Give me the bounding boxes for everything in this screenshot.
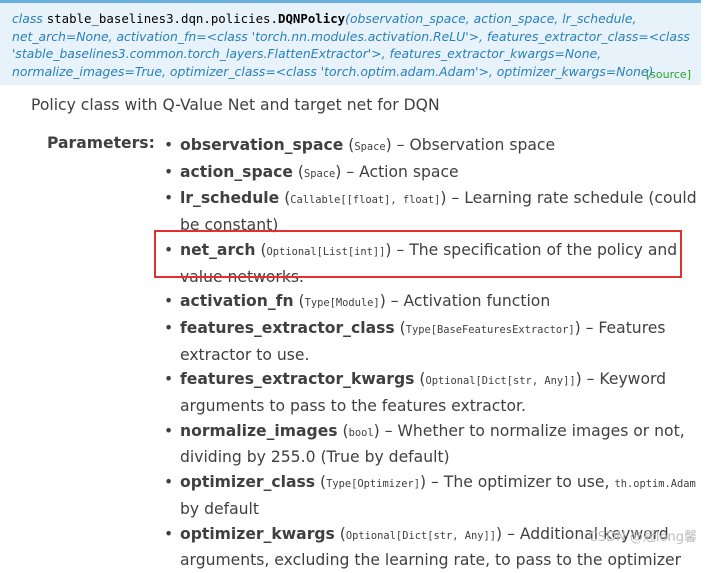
param-desc: – The optimizer to use,	[426, 473, 615, 492]
param-name: optimizer_class	[180, 473, 316, 492]
param-item: • features_extractor_kwargs (Optional[Dic…	[162, 367, 707, 418]
bullet-icon: •	[164, 318, 174, 337]
bullet-icon: •	[164, 421, 174, 440]
param-name: action_space	[180, 162, 293, 181]
source-link[interactable]: [source]	[646, 66, 691, 84]
param-item: • normalize_images (bool) – Whether to no…	[162, 419, 707, 470]
param-name: features_extractor_kwargs	[180, 370, 415, 389]
param-type: Callable[[float], float]	[290, 194, 441, 207]
parameter-list: • observation_space (Space) – Observation…	[162, 133, 707, 573]
class-description: Policy class with Q-Value Net and target…	[31, 96, 440, 114]
inline-code: th.optim.Adam	[614, 478, 696, 491]
class-signature: class stable_baselines3.dqn.policies.DQN…	[0, 0, 701, 85]
param-name: activation_fn	[180, 292, 294, 311]
signature-args-3: 'stable_baselines3.common.torch_layers.F…	[12, 46, 602, 62]
param-item: • observation_space (Space) – Observation…	[162, 133, 707, 160]
class-name: DQNPolicy	[277, 11, 346, 26]
module-path: stable_baselines3.dqn.policies.	[46, 11, 278, 26]
param-desc-tail: by default	[180, 499, 259, 518]
param-item: • activation_fn (Type[Module]) – Activati…	[162, 289, 707, 316]
param-item: • optimizer_class (Type[Optimizer]) – The…	[162, 470, 707, 521]
param-type: Space	[354, 141, 386, 153]
bullet-icon: •	[164, 136, 174, 154]
bullet-icon: •	[164, 162, 174, 181]
highlight-box	[154, 230, 682, 278]
bullet-icon: •	[164, 473, 174, 492]
class-keyword: class	[12, 11, 43, 26]
param-type: Type[BaseFeaturesExtractor]	[405, 323, 575, 336]
param-item: • action_space (Space) – Action space	[162, 160, 707, 187]
bullet-icon: •	[164, 524, 174, 543]
param-desc: – Observation space	[391, 136, 556, 154]
param-desc: – Activation function	[385, 292, 551, 311]
param-type: Type[Optimizer]	[326, 478, 420, 491]
param-type: Space	[304, 167, 336, 180]
param-desc: – Action space	[341, 162, 459, 181]
bullet-icon: •	[164, 292, 174, 311]
bullet-icon: •	[164, 189, 174, 208]
watermark: CSDN @冠long馨	[588, 530, 697, 545]
signature-args-4: normalize_images=True, optimizer_class=<…	[12, 63, 654, 79]
param-type: Type[Module]	[304, 297, 380, 310]
param-item: • features_extractor_class (Type[BaseFeat…	[162, 316, 707, 367]
param-type: Optional[Dict[str, Any]]	[345, 529, 497, 542]
param-type: bool	[348, 426, 374, 439]
signature-args-1: (observation_space, action_space, lr_sch…	[345, 11, 637, 26]
param-name: lr_schedule	[180, 189, 280, 208]
param-name: observation_space	[180, 136, 344, 154]
param-name: optimizer_kwargs	[180, 524, 335, 543]
param-type: Optional[Dict[str, Any]]	[425, 375, 576, 388]
parameters-label: Parameters:	[47, 134, 155, 152]
param-name: normalize_images	[180, 421, 338, 440]
bullet-icon: •	[164, 370, 174, 389]
param-name: features_extractor_class	[180, 318, 395, 337]
signature-args-2: net_arch=None, activation_fn=<class 'tor…	[12, 28, 690, 44]
